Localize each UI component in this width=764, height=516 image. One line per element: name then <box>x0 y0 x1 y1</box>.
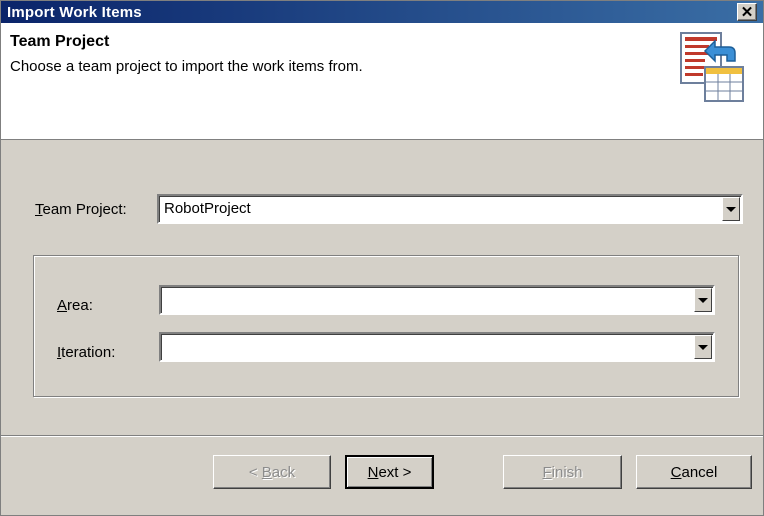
team-project-dropdown-button[interactable] <box>722 197 740 221</box>
close-icon: ✕ <box>740 3 754 21</box>
chevron-down-icon <box>726 206 736 212</box>
back-button[interactable]: < Back <box>213 455 331 489</box>
area-combobox[interactable] <box>159 285 715 315</box>
window-title: Import Work Items <box>7 4 142 21</box>
page-title: Team Project <box>10 33 110 50</box>
area-iteration-group <box>33 255 739 397</box>
area-dropdown-button[interactable] <box>694 288 712 312</box>
cancel-button[interactable]: Cancel <box>636 455 752 489</box>
finish-button[interactable]: Finish <box>503 455 622 489</box>
import-work-items-dialog: Import Work Items ✕ Team Project Choose … <box>0 0 764 516</box>
team-project-value: RobotProject <box>164 200 251 217</box>
team-project-label: Team Project: <box>35 201 127 218</box>
next-button[interactable]: Next > <box>345 455 434 489</box>
chevron-down-icon <box>698 344 708 350</box>
team-project-combobox[interactable]: RobotProject <box>157 194 743 224</box>
chevron-down-icon <box>698 297 708 303</box>
page-subtitle: Choose a team project to import the work… <box>10 58 363 75</box>
import-work-items-icon <box>680 32 744 102</box>
button-separator <box>1 435 763 437</box>
area-label: Area: <box>57 297 93 314</box>
iteration-dropdown-button[interactable] <box>694 335 712 359</box>
iteration-label: Iteration: <box>57 344 116 361</box>
close-button[interactable]: ✕ <box>737 3 757 21</box>
iteration-combobox[interactable] <box>159 332 715 362</box>
wizard-header: Team Project Choose a team project to im… <box>1 23 763 140</box>
title-bar[interactable]: Import Work Items ✕ <box>1 1 763 23</box>
